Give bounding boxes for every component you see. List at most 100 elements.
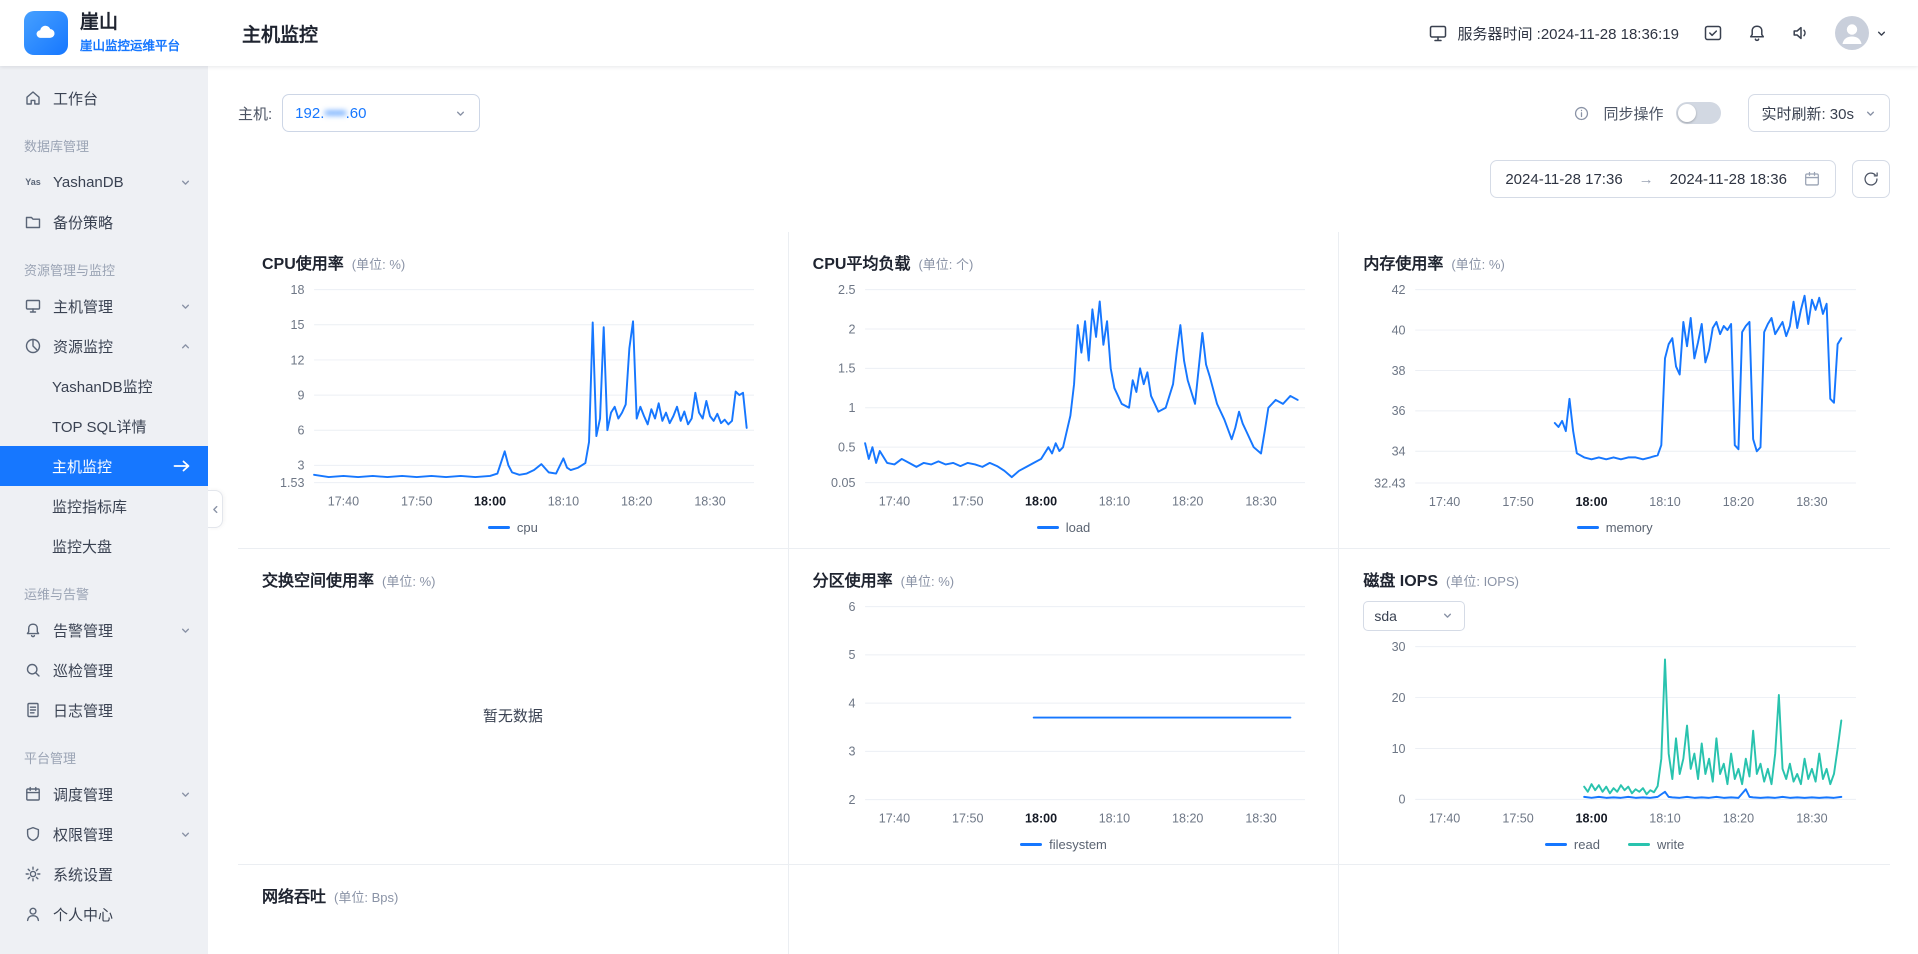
disk-iops-chart[interactable]: 0 10 20 30 17:40 17:50 18:00 18:10 18:20 18:30: [1363, 637, 1866, 832]
svg-text:15: 15: [290, 318, 304, 332]
sidebar-item-resource-monitor[interactable]: 资源监控: [0, 326, 208, 366]
speaker-icon[interactable]: [1791, 23, 1811, 43]
brand-subtitle: 崖山监控运维平台: [80, 39, 181, 54]
sidebar-item-personal-center[interactable]: 个人中心: [0, 894, 208, 934]
svg-text:18:30: 18:30: [1797, 811, 1828, 825]
svg-text:6: 6: [297, 424, 304, 438]
chevron-down-icon: [1866, 111, 1875, 116]
sidebar-item-schedule-mgmt[interactable]: 调度管理: [0, 774, 208, 814]
svg-text:10: 10: [1392, 742, 1406, 756]
pie-chart-icon: [25, 338, 41, 354]
sidebar-item-log-mgmt[interactable]: 日志管理: [0, 690, 208, 730]
legend-line-icon: [1576, 526, 1599, 530]
svg-text:0: 0: [1399, 793, 1406, 807]
sidebar-item-permission-mgmt[interactable]: 权限管理: [0, 814, 208, 854]
sidebar-item-host-mgmt[interactable]: 主机管理: [0, 286, 208, 326]
svg-text:18:00: 18:00: [1576, 811, 1608, 825]
sidebar-item-alert-mgmt[interactable]: 告警管理: [0, 610, 208, 650]
chart-title: 分区使用率: [812, 572, 893, 590]
chart-card-cpu-usage: CPU使用率 (单位: %) 1.53 3 6 9 12 15 18 17:40 17:50 18:…: [238, 232, 789, 549]
chart-unit: (单位: %): [900, 573, 955, 589]
legend-load[interactable]: load: [1036, 517, 1090, 537]
sidebar-item-backup-policy[interactable]: 备份策略: [0, 202, 208, 242]
svg-text:12: 12: [290, 353, 304, 367]
memory-usage-chart[interactable]: 32.43 34 36 38 40 42 17:40 17:50 18:00 18:10 18:20…: [1363, 280, 1866, 516]
yashandb-logo-icon: Yas: [25, 177, 41, 187]
chart-grid: CPU使用率 (单位: %) 1.53 3 6 9 12 15 18 17:40 17:50 18:…: [238, 232, 1890, 954]
host-icon: [25, 299, 41, 313]
svg-text:17:50: 17:50: [952, 495, 983, 509]
svg-text:2: 2: [848, 322, 855, 336]
chart-card-swap-usage: 交换空间使用率 (单位: %) 暂无数据: [238, 548, 789, 866]
date-end: 2024-11-28 18:36: [1669, 170, 1787, 188]
sidebar-item-workbench[interactable]: 工作台: [0, 78, 208, 118]
svg-text:38: 38: [1392, 364, 1406, 378]
brand-logo-icon: [24, 11, 68, 55]
sidebar-subitem-host-monitor[interactable]: 主机监控: [0, 446, 208, 486]
user-menu[interactable]: [1835, 16, 1888, 50]
svg-text:17:40: 17:40: [878, 812, 909, 826]
app-header: 崖山 崖山监控运维平台 主机监控 服务器时间 :2024-11-28 18:36…: [0, 0, 1918, 66]
document-icon: [27, 702, 39, 718]
chart-title: CPU使用率: [262, 256, 344, 273]
shield-icon: [26, 826, 40, 842]
svg-text:18:30: 18:30: [1245, 495, 1276, 509]
chart-title: 网络吞吐: [262, 889, 327, 907]
svg-text:1: 1: [848, 401, 855, 415]
svg-text:18:00: 18:00: [474, 495, 506, 509]
toolbar: 主机: 192. ••••• .60 同步操作 实时刷新: 30s: [238, 94, 1890, 132]
svg-text:18:20: 18:20: [1172, 495, 1203, 509]
sidebar-subitem-monitor-dashboard[interactable]: 监控大盘: [0, 526, 208, 566]
message-check-icon[interactable]: [1703, 23, 1723, 43]
device-select[interactable]: sda: [1363, 600, 1466, 631]
date-toolbar: 2024-11-28 17:36 → 2024-11-28 18:36: [238, 160, 1890, 198]
main-content: 主机: 192. ••••• .60 同步操作 实时刷新: 30s 2024-11-…: [208, 66, 1918, 954]
legend-memory[interactable]: memory: [1576, 518, 1653, 538]
chevron-left-icon: [212, 505, 217, 513]
date-start: 2024-11-28 17:36: [1505, 170, 1623, 188]
host-select-value: 192. ••••• .60: [295, 104, 367, 122]
svg-text:2: 2: [848, 793, 855, 807]
sidebar-subitem-metric-library[interactable]: 监控指标库: [0, 486, 208, 526]
svg-text:40: 40: [1392, 323, 1406, 337]
svg-text:34: 34: [1392, 445, 1406, 459]
legend-read[interactable]: read: [1544, 834, 1600, 854]
avatar[interactable]: [1835, 16, 1869, 50]
chart-card-network-throughput: 网络吞吐 (单位: Bps): [238, 865, 789, 954]
sidebar-item-inspection-mgmt[interactable]: 巡检管理: [0, 650, 208, 690]
chart-title: 内存使用率: [1363, 256, 1444, 273]
chart-unit: (单位: Bps): [334, 890, 399, 906]
svg-text:18:30: 18:30: [1245, 812, 1276, 826]
svg-text:17:40: 17:40: [1429, 811, 1460, 825]
svg-text:17:40: 17:40: [328, 495, 359, 509]
bell-icon[interactable]: [1747, 23, 1767, 43]
chart-unit: (单位: IOPS): [1446, 573, 1519, 589]
refresh-interval-select[interactable]: 实时刷新: 30s: [1748, 94, 1890, 132]
chart-card-memory-usage: 内存使用率 (单位: %) 32.43 34 36 38 40 42 17:40 17:50 18…: [1339, 232, 1890, 549]
svg-text:5: 5: [848, 648, 855, 662]
sync-toggle[interactable]: [1676, 102, 1722, 124]
svg-text:32.43: 32.43: [1374, 476, 1405, 490]
sidebar-item-yashandb[interactable]: Yas YashanDB: [0, 162, 208, 202]
partition-usage-chart[interactable]: 2 3 4 5 6 17:40 17:50 18:00 18:10 18:20 18:30: [813, 597, 1315, 832]
cpu-load-chart[interactable]: 0.05 0.5 1 1.5 2 2.5 17:40 17:50 18:00 18:10 18:20…: [813, 280, 1315, 515]
cpu-usage-chart[interactable]: 1.53 3 6 9 12 15 18 17:40 17:50 18:00 18:10 18:20 18…: [262, 280, 764, 515]
legend-filesystem[interactable]: filesystem: [1020, 834, 1107, 854]
refresh-button[interactable]: [1852, 160, 1890, 198]
date-range-picker[interactable]: 2024-11-28 17:36 → 2024-11-28 18:36: [1490, 160, 1836, 198]
svg-text:0.5: 0.5: [838, 440, 855, 454]
host-select[interactable]: 192. ••••• .60: [282, 94, 481, 132]
info-circle-icon[interactable]: [1573, 105, 1590, 122]
chevron-down-icon: [457, 111, 465, 116]
sidebar-collapse-handle[interactable]: [208, 490, 223, 528]
svg-text:17:50: 17:50: [952, 812, 983, 826]
brand: 崖山 崖山监控运维平台: [0, 11, 208, 55]
svg-text:20: 20: [1392, 691, 1406, 705]
sidebar-subitem-top-sql[interactable]: TOP SQL详情: [0, 406, 208, 446]
server-time: 服务器时间 :2024-11-28 18:36:19: [1428, 23, 1679, 44]
legend-cpu[interactable]: cpu: [487, 517, 538, 537]
sidebar-item-system-settings[interactable]: 系统设置: [0, 854, 208, 894]
legend-write[interactable]: write: [1627, 834, 1684, 854]
sidebar-subitem-yashandb-monitor[interactable]: YashanDB监控: [0, 366, 208, 406]
svg-text:18:10: 18:10: [548, 495, 579, 509]
